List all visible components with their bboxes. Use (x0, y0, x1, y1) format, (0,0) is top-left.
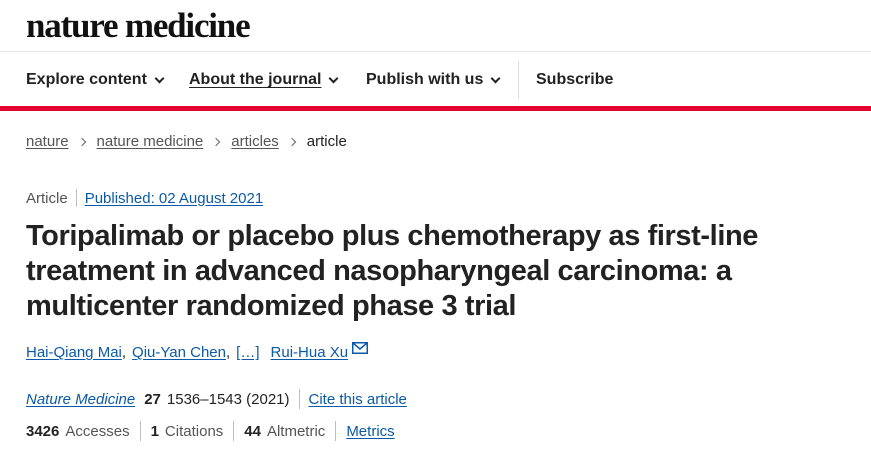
nav-publish-label: Publish with us (366, 71, 484, 88)
brand-header: nature medicine (0, 0, 871, 52)
metrics-divider (233, 421, 235, 441)
altmetric-score: 44 (244, 422, 261, 440)
nav-about-journal[interactable]: About the journal (189, 71, 339, 89)
nav-divider (518, 61, 519, 99)
citations-count: 1 (150, 422, 159, 440)
chevron-down-icon (154, 73, 165, 83)
article-meta: Article Published: 02 August 2021 (26, 189, 263, 207)
accesses-count: 3426 (26, 422, 60, 440)
nav-explore-content[interactable]: Explore content (26, 71, 165, 89)
show-all-authors-link[interactable]: […] (236, 344, 259, 361)
mail-icon[interactable] (352, 341, 369, 358)
article-title: Toripalimab or placebo plus chemotherapy… (26, 220, 759, 322)
citation-line: Nature Medicine 27 1536–1543 (2021) Cite… (26, 389, 407, 409)
metrics-divider (335, 421, 337, 441)
chevron-right-icon (287, 137, 297, 146)
author-link[interactable]: Rui-Hua Xu (271, 344, 349, 361)
chevron-down-icon (490, 73, 501, 83)
cite-this-article-link[interactable]: Cite this article (309, 391, 407, 408)
author-link[interactable]: Hai-Qiang Mai (26, 344, 122, 361)
main-nav: Explore content About the journal Publis… (0, 53, 871, 106)
breadcrumb-nature-medicine[interactable]: nature medicine (97, 133, 204, 150)
breadcrumb-nature[interactable]: nature (26, 133, 69, 150)
breadcrumb-articles[interactable]: articles (231, 133, 279, 150)
article-type: Article (26, 189, 68, 207)
site-logo[interactable]: nature medicine (26, 6, 251, 46)
accent-rule (0, 106, 871, 111)
nav-subscribe-label: Subscribe (536, 71, 614, 88)
chevron-right-icon (77, 137, 86, 146)
published-date-link[interactable]: Published: 02 August 2021 (85, 190, 263, 207)
journal-link[interactable]: Nature Medicine (26, 391, 135, 408)
page-range: 1536–1543 (2021) (166, 390, 290, 408)
author-link[interactable]: Qiu-Yan Chen (132, 344, 226, 361)
nav-subscribe[interactable]: Subscribe (536, 71, 613, 89)
nav-publish-with-us[interactable]: Publish with us (366, 71, 501, 89)
chevron-right-icon (212, 137, 221, 146)
chevron-down-icon (328, 73, 339, 83)
accesses-label: Accesses (65, 422, 130, 440)
citation-divider (298, 389, 300, 409)
nav-explore-label: Explore content (26, 71, 147, 88)
citations-label: Citations (164, 422, 224, 440)
metrics-link[interactable]: Metrics (346, 423, 394, 440)
article-metrics: 3426 Accesses 1 Citations 44 Altmetric M… (26, 421, 395, 441)
nav-about-label: About the journal (189, 71, 322, 88)
meta-divider (75, 189, 77, 207)
breadcrumb-current: article (306, 133, 347, 150)
breadcrumb: nature nature medicine articles article (26, 133, 347, 150)
metrics-divider (139, 421, 141, 441)
author-list: Hai-Qiang Mai, Qiu-Yan Chen, […] Rui-Hua… (26, 341, 369, 361)
volume: 27 (144, 390, 161, 408)
altmetric-label: Altmetric (266, 422, 326, 440)
